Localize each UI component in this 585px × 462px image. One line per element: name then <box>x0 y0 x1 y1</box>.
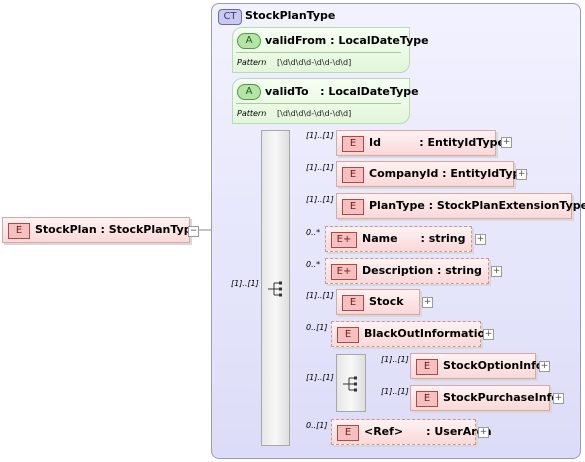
choice-cardinality: [1]..[1] <box>306 373 334 382</box>
expand-icon[interactable]: + <box>539 361 550 372</box>
element-plantype[interactable]: E PlanType : StockPlanExtensionType <box>336 193 585 219</box>
attribute-badge-icon: A <box>237 84 261 100</box>
element-label: Description : string <box>362 264 482 277</box>
element-badge-icon: E <box>342 199 364 215</box>
collapse-icon[interactable]: − <box>188 226 199 237</box>
element-label: Name : string <box>362 232 466 245</box>
facet-value: [\d\d\d\d-\d\d-\d\d] <box>277 58 352 67</box>
element-companyid[interactable]: E CompanyId : EntityIdType <box>336 161 528 187</box>
expand-icon[interactable]: + <box>516 169 527 180</box>
facet-value: [\d\d\d\d-\d\d-\d\d] <box>277 109 352 118</box>
expand-icon[interactable]: + <box>553 393 564 404</box>
element-badge-icon: E <box>342 136 364 152</box>
expand-icon[interactable]: + <box>483 329 494 340</box>
attribute-validfrom[interactable]: A validFrom : LocalDateType Pattern [\d\… <box>232 27 429 73</box>
element-description[interactable]: E+ Description : string <box>325 258 489 284</box>
choice-compositor-icon <box>343 376 357 392</box>
attribute-label: validFrom : LocalDateType <box>265 34 429 47</box>
element-cardinality: [1]..[1] <box>306 291 334 300</box>
element-label: PlanType : StockPlanExtensionType <box>369 199 585 212</box>
element-cardinality: [1]..[1] <box>306 131 334 140</box>
element-cardinality: [1]..[1] <box>381 387 409 396</box>
element-cardinality: 0..* <box>306 260 321 269</box>
element-badge-icon: E <box>337 327 359 343</box>
expand-icon[interactable]: + <box>475 234 486 245</box>
element-cardinality: 0..[1] <box>306 421 328 430</box>
element-stock[interactable]: E Stock <box>336 289 420 315</box>
element-cardinality: 0..[1] <box>306 323 328 332</box>
expand-icon[interactable]: + <box>478 427 489 438</box>
element-badge-icon: E <box>416 391 438 407</box>
sequence-compositor[interactable] <box>261 130 290 446</box>
element-id[interactable]: E Id : EntityIdType <box>336 130 505 156</box>
attribute-label: validTo : LocalDateType <box>265 85 419 98</box>
root-element-label: StockPlan : StockPlanType <box>35 223 200 236</box>
element-cardinality: [1]..[1] <box>306 195 334 204</box>
element-badge-icon: E <box>342 167 364 183</box>
element-name[interactable]: E+ Name : string <box>325 226 472 252</box>
element-label: StockPurchaseInfo <box>443 391 559 404</box>
expand-icon[interactable]: + <box>501 137 512 148</box>
attribute-validto[interactable]: A validTo : LocalDateType Pattern [\d\d\… <box>232 78 419 124</box>
attribute-badge-icon: A <box>237 33 261 49</box>
element-cardinality: [1]..[1] <box>381 355 409 364</box>
facet-key: Pattern <box>237 58 267 67</box>
complex-type-title: StockPlanType <box>245 9 336 22</box>
sequence-compositor-icon <box>268 281 282 297</box>
element-label: Stock <box>369 295 404 308</box>
element-label: BlackOutInformation <box>364 327 493 340</box>
element-badge-icon: E <box>342 295 364 311</box>
sequence-cardinality: [1]..[1] <box>231 279 259 288</box>
element-cardinality: 0..* <box>306 228 321 237</box>
element-badge-icon: E <box>416 359 438 375</box>
element-cardinality: [1]..[1] <box>306 163 334 172</box>
complex-type-badge-icon: CT <box>218 9 242 25</box>
element-label: StockOptionInfo <box>443 359 544 372</box>
attribute-divider <box>236 52 401 53</box>
element-blackoutinformation[interactable]: E BlackOutInformation <box>331 321 493 347</box>
expand-icon[interactable]: + <box>422 297 433 308</box>
element-badge-icon: E <box>337 425 359 441</box>
element-label: <Ref> : UserArea <box>364 425 492 438</box>
element-badge-icon: E+ <box>331 232 357 248</box>
choice-compositor[interactable] <box>336 354 366 412</box>
attribute-divider <box>236 103 401 104</box>
element-ref-userarea[interactable]: E <Ref> : UserArea <box>331 419 492 445</box>
element-badge-icon: E <box>8 223 30 239</box>
root-element-stockplan[interactable]: E StockPlan : StockPlanType <box>2 217 199 243</box>
element-label: CompanyId : EntityIdType <box>369 167 528 180</box>
element-badge-icon: E+ <box>331 264 357 280</box>
element-label: Id : EntityIdType <box>369 136 505 149</box>
element-stockpurchaseinfo[interactable]: E StockPurchaseInfo <box>410 385 559 411</box>
element-stockoptioninfo[interactable]: E StockOptionInfo <box>410 353 543 379</box>
expand-icon[interactable]: + <box>491 266 502 277</box>
facet-key: Pattern <box>237 109 267 118</box>
